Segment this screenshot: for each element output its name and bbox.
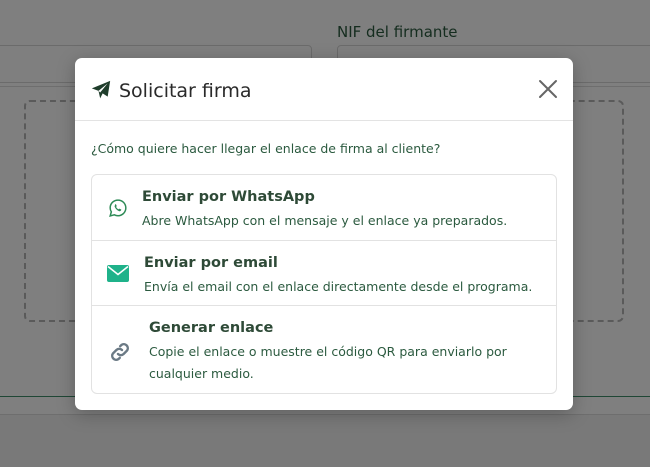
envelope-icon [107,265,129,282]
option-title: Enviar por email [144,255,278,271]
paper-plane-icon [91,80,111,99]
option-title: Generar enlace [149,320,274,336]
option-title: Enviar por WhatsApp [142,189,315,205]
request-signature-dialog: Solicitar firma ¿Cómo quiere hacer llega… [75,58,573,410]
whatsapp-icon [109,199,127,217]
option-generate-link[interactable]: Generar enlace Copie el enlace o muestre… [92,305,556,394]
delivery-options-list: Enviar por WhatsApp Abre WhatsApp con el… [91,174,557,394]
option-description: Envía el email con el enlace directament… [144,279,533,294]
link-icon [111,343,129,361]
dialog-prompt: ¿Cómo quiere hacer llegar el enlace de f… [91,141,441,156]
dialog-header: Solicitar firma [75,58,573,121]
close-icon[interactable] [537,78,559,100]
dialog-title: Solicitar firma [119,80,252,102]
option-whatsapp[interactable]: Enviar por WhatsApp Abre WhatsApp con el… [92,175,556,240]
option-description: Copie el enlace o muestre el código QR p… [149,344,507,381]
option-description: Abre WhatsApp con el mensaje y el enlace… [142,213,508,228]
option-email[interactable]: Enviar por email Envía el email con el e… [92,240,556,305]
